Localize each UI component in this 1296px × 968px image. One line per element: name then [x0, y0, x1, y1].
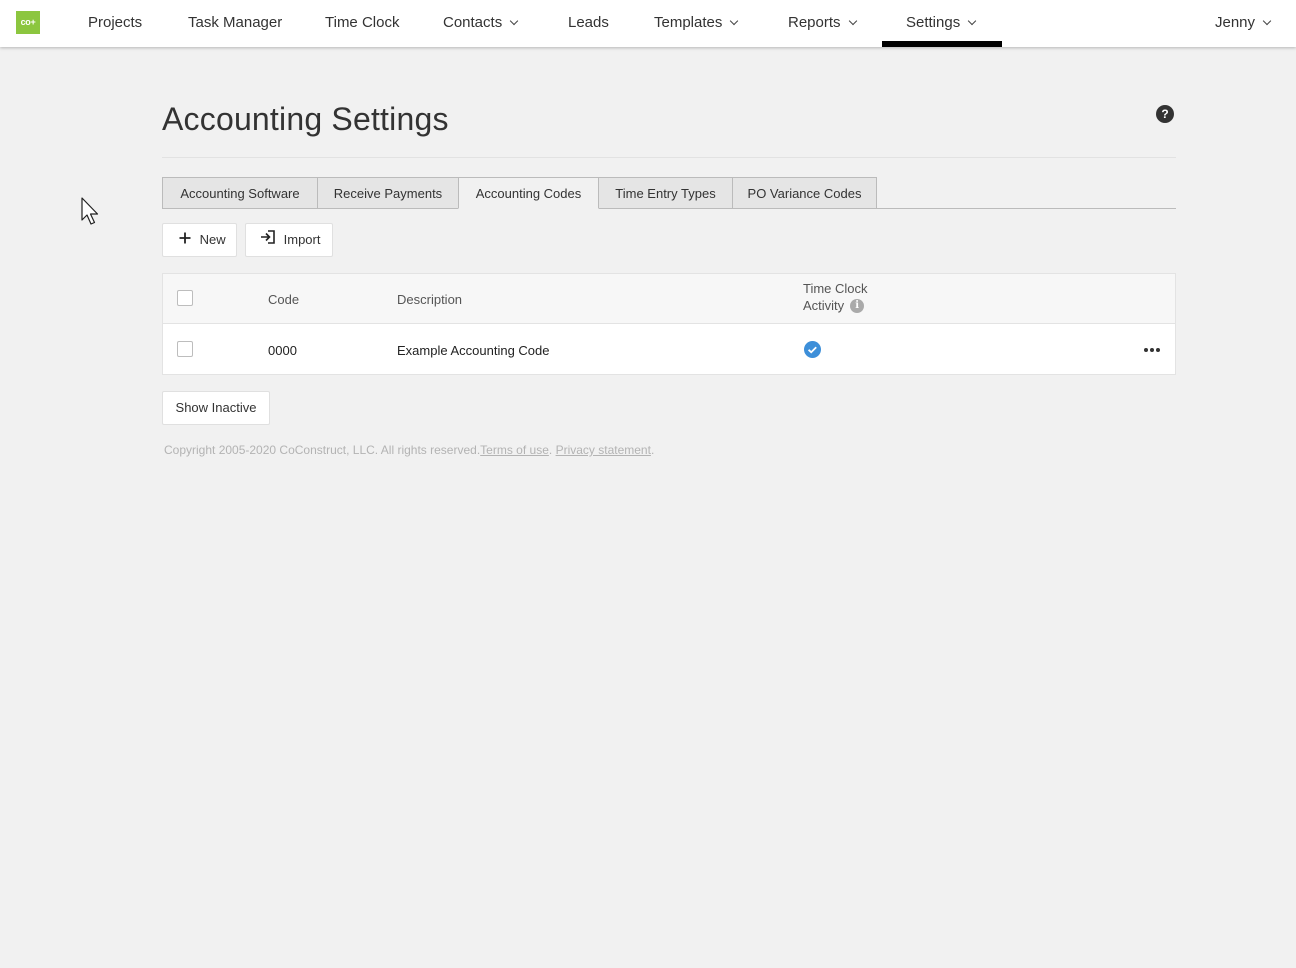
nav-templates[interactable]: Templates — [654, 0, 739, 47]
privacy-statement-link[interactable]: Privacy statement — [556, 443, 651, 457]
column-header-time-clock-activity: Activity i — [803, 298, 865, 314]
footer-separator: . — [548, 443, 553, 457]
new-button-label: New — [199, 232, 226, 247]
chevron-down-icon — [1262, 16, 1272, 26]
import-icon — [260, 224, 276, 256]
nav-time-clock-label: Time Clock — [325, 14, 400, 31]
help-icon[interactable]: ? — [1156, 105, 1174, 123]
table-row[interactable]: 0000 Example Accounting Code — [163, 324, 1175, 374]
column-header-description[interactable]: Description — [397, 292, 462, 307]
new-button[interactable]: New — [162, 223, 237, 257]
tab-time-entry-types[interactable]: Time Entry Types — [598, 177, 733, 209]
nav-leads[interactable]: Leads — [568, 0, 609, 47]
nav-settings[interactable]: Settings — [906, 0, 977, 47]
user-menu[interactable]: Jenny — [1215, 0, 1272, 47]
column-header-time-clock-line2: Activity — [803, 298, 845, 313]
divider — [162, 157, 1176, 158]
row-checkbox[interactable] — [177, 341, 193, 357]
nav-task-manager[interactable]: Task Manager — [188, 0, 282, 47]
footer: Copyright 2005-2020 CoConstruct, LLC. Al… — [164, 443, 654, 457]
chevron-down-icon — [967, 16, 977, 26]
nav-reports[interactable]: Reports — [788, 0, 857, 47]
more-options-icon[interactable] — [1141, 340, 1163, 358]
column-header-code[interactable]: Code — [268, 292, 299, 307]
terms-of-use-link[interactable]: Terms of use — [480, 443, 549, 457]
nav-settings-label: Settings — [906, 14, 961, 31]
plus-icon — [179, 224, 191, 256]
nav-templates-label: Templates — [654, 14, 723, 31]
nav-task-manager-label: Task Manager — [188, 14, 283, 31]
coconstruct-logo[interactable]: co+ — [16, 11, 40, 34]
nav-leads-label: Leads — [568, 14, 609, 31]
chevron-down-icon — [848, 16, 857, 26]
nav-contacts-label: Contacts — [443, 14, 503, 31]
show-inactive-button[interactable]: Show Inactive — [162, 391, 270, 425]
tab-accounting-codes[interactable]: Accounting Codes — [458, 177, 599, 209]
check-circle-icon — [804, 341, 821, 358]
table-header: Code Description Time Clock Activity i — [163, 274, 1175, 324]
import-button[interactable]: Import — [245, 223, 333, 257]
nav-time-clock[interactable]: Time Clock — [325, 0, 399, 47]
column-header-time-clock-line1: Time Clock — [803, 281, 868, 296]
nav-active-indicator — [882, 41, 1002, 47]
chevron-down-icon — [730, 16, 739, 26]
accounting-codes-table: Code Description Time Clock Activity i 00… — [162, 273, 1176, 375]
info-icon[interactable]: i — [850, 298, 865, 313]
nav-projects[interactable]: Projects — [88, 0, 142, 47]
top-navigation: co+ Projects Task Manager Time Clock Con… — [0, 0, 1296, 47]
import-button-label: Import — [283, 232, 321, 247]
row-code: 0000 — [268, 343, 297, 358]
mouse-pointer-icon — [81, 197, 101, 232]
nav-reports-label: Reports — [788, 14, 841, 31]
tab-po-variance-codes[interactable]: PO Variance Codes — [732, 177, 877, 209]
tab-accounting-software[interactable]: Accounting Software — [162, 177, 318, 209]
copyright-text: Copyright 2005-2020 CoConstruct, LLC. Al… — [164, 443, 481, 457]
chevron-down-icon — [509, 16, 519, 26]
nav-contacts[interactable]: Contacts — [443, 0, 519, 47]
tab-receive-payments[interactable]: Receive Payments — [317, 177, 459, 209]
page-title: Accounting Settings — [162, 101, 449, 137]
footer-end: . — [650, 443, 655, 457]
nav-projects-label: Projects — [88, 14, 143, 31]
select-all-checkbox[interactable] — [177, 290, 193, 306]
user-name: Jenny — [1215, 14, 1256, 31]
row-description: Example Accounting Code — [397, 343, 550, 358]
